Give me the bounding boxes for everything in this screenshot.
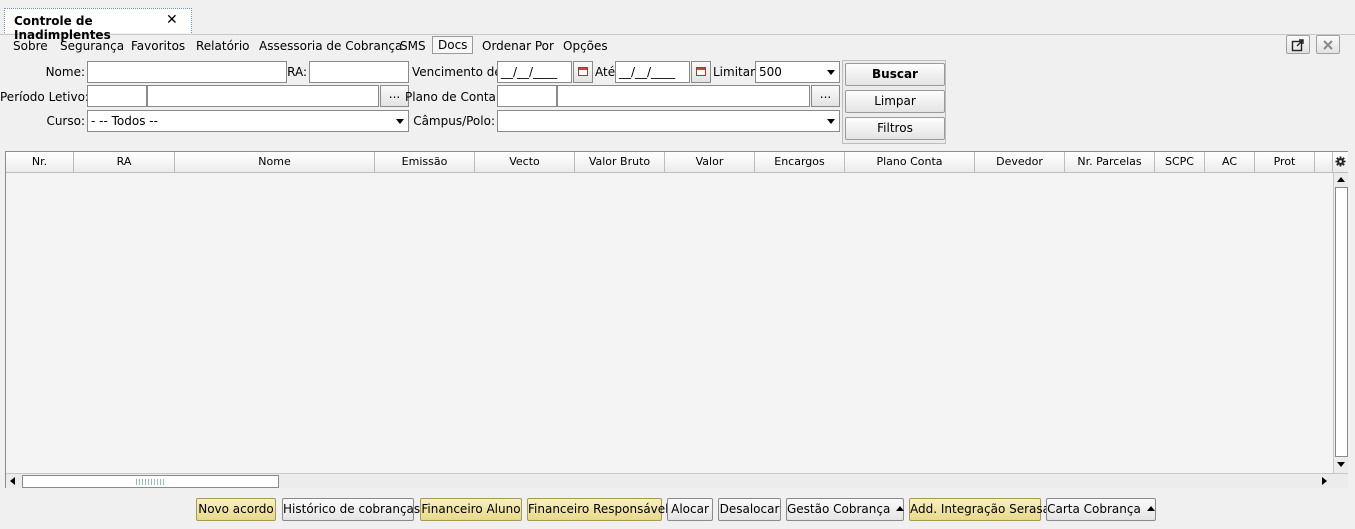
limpar-button[interactable]: Limpar <box>845 90 945 113</box>
curso-value: - -- Todos -- <box>91 114 158 128</box>
detach-window-button[interactable] <box>1286 35 1310 54</box>
add-integracao-serasa-button[interactable]: Add. Integração Serasa <box>909 498 1050 521</box>
campus-polo-select[interactable] <box>497 110 840 132</box>
column-header-nr[interactable]: Nr. <box>6 152 74 173</box>
menu-assessoria-cobranca[interactable]: Assessoria de Cobrança <box>259 37 402 55</box>
column-header-ac[interactable]: AC <box>1205 152 1255 173</box>
vencimento-ate-calendar-button[interactable] <box>691 61 711 83</box>
close-window-icon <box>1323 40 1333 50</box>
carta-cobranca-button[interactable]: Carta Cobrança <box>1046 498 1156 521</box>
column-header-scpc[interactable]: SCPC <box>1155 152 1205 173</box>
plano-conta-label: Plano de Conta: <box>405 90 500 104</box>
vencimento-de-calendar-button[interactable] <box>573 61 593 83</box>
column-header-ra[interactable]: RA <box>74 152 175 173</box>
grip-icon <box>136 479 166 485</box>
column-header-emissao[interactable]: Emissão <box>375 152 475 173</box>
column-header-nome[interactable]: Nome <box>175 152 375 173</box>
gestao-cobranca-button[interactable]: Gestão Cobrança <box>786 498 905 521</box>
limitar-label: Limitar: <box>713 65 759 79</box>
scroll-left-icon[interactable] <box>10 477 15 485</box>
chevron-down-icon <box>827 70 835 75</box>
close-icon[interactable]: ✕ <box>166 12 178 28</box>
nome-label: Nome: <box>45 65 85 79</box>
menu-sobre[interactable]: Sobre <box>13 37 48 55</box>
column-header-vecto[interactable]: Vecto <box>475 152 575 173</box>
scroll-right-icon[interactable] <box>1322 477 1327 485</box>
periodo-letivo-desc-input[interactable] <box>147 85 379 107</box>
column-header-filler <box>1315 152 1333 173</box>
menu-docs[interactable]: Docs <box>432 36 474 54</box>
menu-relatorio[interactable]: Relatório <box>196 37 250 55</box>
periodo-letivo-label: Período Letivo: <box>0 90 89 104</box>
plano-conta-lookup-button[interactable]: ... <box>811 85 840 107</box>
column-settings-button[interactable] <box>1333 152 1348 173</box>
inadimplentes-table[interactable]: Nr. RA Nome Emissão Vecto Valor Bruto Va… <box>5 151 1348 488</box>
financeiro-responsavel-button[interactable]: Financeiro Responsável <box>527 498 669 521</box>
detach-window-icon <box>1291 39 1304 52</box>
ate-label: Até <box>595 65 616 79</box>
caret-up-icon <box>896 506 905 511</box>
column-header-plano-conta[interactable]: Plano Conta <box>845 152 975 173</box>
column-header-nr-parcelas[interactable]: Nr. Parcelas <box>1065 152 1155 173</box>
periodo-letivo-code-input[interactable] <box>87 85 147 107</box>
financeiro-aluno-button[interactable]: Financeiro Aluno <box>420 498 522 521</box>
menu-ordenar-por[interactable]: Ordenar Por <box>482 37 554 55</box>
column-header-prot[interactable]: Prot <box>1255 152 1315 173</box>
curso-label: Curso: <box>46 114 85 128</box>
horizontal-scroll-thumb[interactable] <box>22 475 279 488</box>
scroll-up-icon[interactable] <box>1337 177 1345 182</box>
buscar-button[interactable]: Buscar <box>845 63 945 86</box>
tab-strip <box>0 0 1355 35</box>
menu-opcoes[interactable]: Opções <box>563 37 608 55</box>
novo-acordo-button[interactable]: Novo acordo <box>196 498 276 521</box>
ra-label: RA: <box>287 65 307 79</box>
plano-conta-desc-input[interactable] <box>557 85 810 107</box>
campus-polo-label: Câmpus/Polo: <box>413 114 495 128</box>
column-header-valor[interactable]: Valor <box>665 152 755 173</box>
chevron-down-icon <box>396 119 404 124</box>
vencimento-de-input[interactable]: __/__/____ <box>497 61 572 83</box>
vertical-scrollbar[interactable] <box>1333 173 1348 473</box>
ra-input[interactable] <box>309 61 409 83</box>
menu-seguranca[interactable]: Segurança <box>60 37 124 55</box>
gestao-cobranca-label: Gestão Cobrança <box>787 502 891 516</box>
column-header-devedor[interactable]: Devedor <box>975 152 1065 173</box>
settings-gear-icon <box>1335 156 1346 167</box>
limitar-value: 500 <box>759 65 782 79</box>
menu-favoritos[interactable]: Favoritos <box>131 37 185 55</box>
close-window-button[interactable] <box>1316 35 1340 54</box>
caret-up-icon <box>1146 506 1155 511</box>
carta-cobranca-label: Carta Cobrança <box>1047 502 1141 516</box>
plano-conta-code-input[interactable] <box>497 85 557 107</box>
horizontal-scrollbar[interactable] <box>6 473 1348 488</box>
limitar-select[interactable]: 500 <box>755 61 840 83</box>
vencimento-ate-input[interactable]: __/__/____ <box>615 61 690 83</box>
vencimento-label: Vencimento de: <box>412 65 506 79</box>
curso-select[interactable]: - -- Todos -- <box>87 110 409 132</box>
historico-cobrancas-button[interactable]: Histórico de cobranças <box>282 498 420 521</box>
column-header-valor-bruto[interactable]: Valor Bruto <box>575 152 665 173</box>
chevron-down-icon <box>827 119 835 124</box>
desalocar-button[interactable]: Desalocar <box>718 498 781 521</box>
alocar-button[interactable]: Alocar <box>667 498 713 521</box>
vertical-scroll-thumb[interactable] <box>1335 187 1348 457</box>
menu-sms[interactable]: SMS <box>400 37 426 55</box>
tab-controle-inadimplentes[interactable]: Controle de Inadimplentes ✕ <box>4 8 192 42</box>
calendar-icon <box>696 67 706 76</box>
calendar-icon <box>578 67 588 76</box>
scroll-down-icon[interactable] <box>1337 462 1345 467</box>
nome-input[interactable] <box>87 61 287 83</box>
column-header-encargos[interactable]: Encargos <box>755 152 845 173</box>
filtros-button[interactable]: Filtros <box>845 117 945 140</box>
